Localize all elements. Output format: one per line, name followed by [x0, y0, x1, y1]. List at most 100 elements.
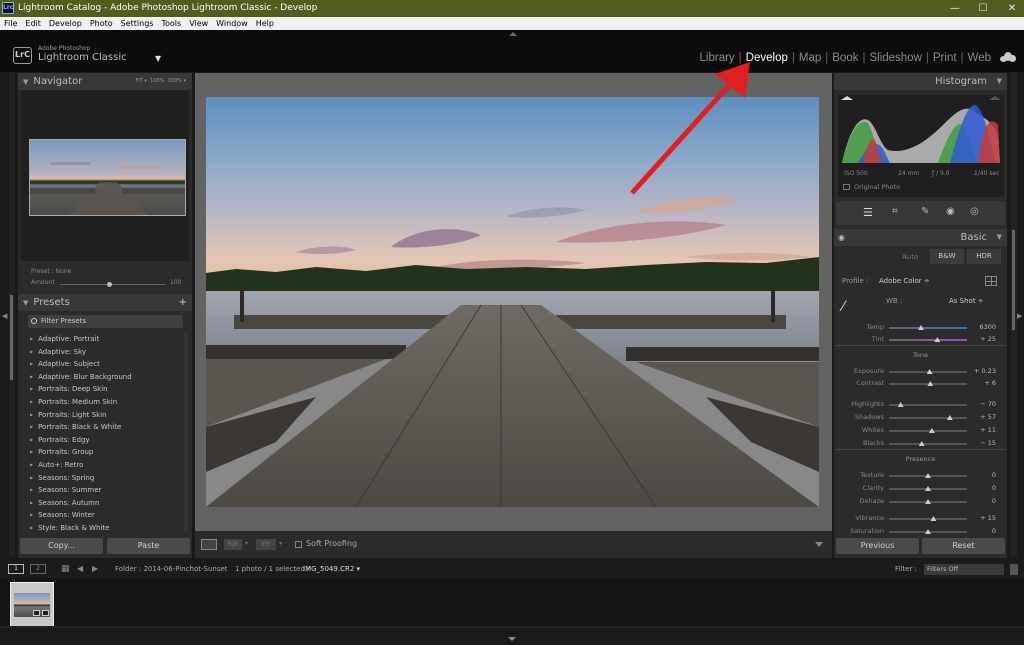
- filter-presets-input[interactable]: Filter Presets: [28, 315, 183, 328]
- amount-slider-knob[interactable]: [107, 282, 112, 287]
- preset-item[interactable]: Adaptive: Sky: [30, 348, 86, 356]
- zoom-300[interactable]: 300% ▾: [168, 78, 186, 84]
- cloud-sync-icon[interactable]: [1000, 52, 1016, 62]
- navigator-thumbnail[interactable]: [29, 139, 186, 216]
- minimize-button[interactable]: —: [940, 0, 970, 17]
- navigator-preview-area[interactable]: [21, 90, 189, 261]
- menu-settings[interactable]: Settings: [117, 17, 158, 30]
- toolbar-menu-icon[interactable]: [815, 542, 823, 547]
- navigator-collapse-icon[interactable]: ▼: [23, 74, 28, 91]
- presets-collapse-icon[interactable]: ▼: [23, 295, 28, 312]
- slider-value-vibrance[interactable]: + 15: [974, 514, 996, 522]
- soft-proofing-checkbox[interactable]: [295, 541, 302, 548]
- basic-collapse-icon[interactable]: ▼: [997, 229, 1002, 246]
- preset-item[interactable]: Portraits: Medium Skin: [30, 398, 117, 406]
- previous-button[interactable]: Previous: [836, 538, 919, 554]
- healing-icon[interactable]: ✎: [921, 206, 929, 217]
- edit-sliders-icon[interactable]: ☰: [863, 206, 873, 219]
- preset-item[interactable]: Adaptive: Blur Background: [30, 373, 132, 381]
- treatment-bw[interactable]: B&W: [930, 249, 964, 264]
- filmstrip-scrollbar[interactable]: [0, 626, 1024, 628]
- slider-value-temp[interactable]: 6300: [974, 323, 996, 331]
- forward-arrow-icon[interactable]: ▶: [92, 560, 98, 578]
- slider-track-whites[interactable]: [889, 430, 967, 432]
- menu-develop[interactable]: Develop: [45, 17, 86, 30]
- zoom-fit[interactable]: FIT ▾: [135, 78, 147, 84]
- menu-edit[interactable]: Edit: [21, 17, 45, 30]
- treatment-auto[interactable]: Auto: [902, 253, 918, 261]
- slider-value-highlights[interactable]: − 70: [974, 400, 996, 408]
- panel-visibility-eye-icon[interactable]: ◉: [838, 229, 845, 246]
- menu-photo[interactable]: Photo: [86, 17, 117, 30]
- zoom-100[interactable]: 100%: [150, 78, 164, 84]
- slider-value-texture[interactable]: 0: [974, 471, 996, 479]
- copy-button[interactable]: Copy...: [20, 538, 103, 554]
- swap-dropdown-icon[interactable]: ▾: [279, 540, 282, 547]
- white-balance-eyedropper-icon[interactable]: ⁄: [842, 299, 860, 317]
- slider-value-shadows[interactable]: + 57: [974, 413, 996, 421]
- original-photo-checkbox[interactable]: [843, 184, 850, 190]
- preset-item[interactable]: Adaptive: Portrait: [30, 335, 99, 343]
- slider-value-saturation[interactable]: 0: [974, 527, 996, 535]
- slider-track-contrast[interactable]: [889, 383, 967, 385]
- profile-dropdown[interactable]: Adobe Color ÷: [879, 277, 930, 285]
- preset-item[interactable]: Seasons: Spring: [30, 474, 94, 482]
- second-window-button[interactable]: 2: [30, 564, 46, 574]
- collapse-left-panel-icon[interactable]: ◀: [2, 312, 7, 320]
- treatment-hdr[interactable]: HDR: [967, 249, 1001, 264]
- back-arrow-icon[interactable]: ◀: [77, 560, 83, 578]
- presets-scrollbar[interactable]: [184, 332, 188, 532]
- preset-item[interactable]: Portraits: Light Skin: [30, 411, 107, 419]
- slider-track-temp[interactable]: [889, 327, 967, 329]
- slider-value-contrast[interactable]: + 6: [974, 379, 996, 387]
- slider-track-vibrance[interactable]: [889, 518, 967, 520]
- preset-item[interactable]: Adaptive: Subject: [30, 360, 100, 368]
- preset-item[interactable]: Portraits: Deep Skin: [30, 385, 108, 393]
- filmstrip-thumbnail[interactable]: [10, 582, 54, 627]
- reset-button[interactable]: Reset: [922, 538, 1005, 554]
- menu-file[interactable]: File: [0, 17, 21, 30]
- preset-item[interactable]: Seasons: Summer: [30, 486, 101, 494]
- collapse-bottom-panel-icon[interactable]: [508, 637, 516, 641]
- slider-track-tint[interactable]: [889, 339, 967, 341]
- slider-value-tint[interactable]: + 25: [974, 335, 996, 343]
- slider-value-exposure[interactable]: + 0.23: [974, 367, 996, 375]
- before-after-dropdown-icon[interactable]: ▾: [245, 540, 248, 547]
- menu-help[interactable]: Help: [252, 17, 278, 30]
- main-window-button[interactable]: 1: [8, 564, 24, 574]
- preset-item[interactable]: Style: Black & White: [30, 524, 109, 532]
- wb-dropdown[interactable]: As Shot ÷: [949, 297, 984, 305]
- preset-item[interactable]: Portraits: Black & White: [30, 423, 121, 431]
- preset-item[interactable]: Seasons: Autumn: [30, 499, 99, 507]
- before-after-lr-button[interactable]: R|R: [224, 539, 242, 550]
- red-eye-icon[interactable]: ◉: [946, 206, 955, 217]
- slider-value-clarity[interactable]: 0: [974, 484, 996, 492]
- slider-track-shadows[interactable]: [889, 417, 967, 419]
- identity-menu-caret-icon[interactable]: ▼: [155, 54, 161, 63]
- histogram-header[interactable]: Histogram ▼: [834, 73, 1007, 90]
- left-scroll-thumb[interactable]: [10, 295, 13, 380]
- filter-dropdown[interactable]: Filters Off: [924, 564, 1004, 575]
- menu-window[interactable]: Window: [212, 17, 252, 30]
- masking-icon[interactable]: ◎: [970, 206, 979, 217]
- menu-tools[interactable]: Tools: [157, 17, 185, 30]
- navigator-header[interactable]: ▼ Navigator FIT ▾ 100% 300% ▾: [18, 73, 192, 90]
- source-folder-label[interactable]: Folder : 2014-06-Pinchot-Sunset: [115, 560, 228, 578]
- loupe-view-icon[interactable]: [201, 539, 217, 550]
- preset-item[interactable]: Auto+: Retro: [30, 461, 83, 469]
- profile-browser-icon[interactable]: [985, 276, 997, 286]
- slider-value-blacks[interactable]: − 15: [974, 439, 996, 447]
- slider-value-dehaze[interactable]: 0: [974, 497, 996, 505]
- menu-view[interactable]: View: [185, 17, 212, 30]
- add-preset-icon[interactable]: +: [179, 294, 187, 311]
- amount-slider[interactable]: [60, 284, 165, 285]
- maximize-button[interactable]: ☐: [968, 0, 998, 17]
- close-button[interactable]: ✕: [997, 0, 1024, 17]
- slider-value-whites[interactable]: + 11: [974, 426, 996, 434]
- histogram-panel[interactable]: ISO 500 24 mm ƒ / 9.0 1/40 sec Original …: [838, 95, 1004, 197]
- preset-item[interactable]: Portraits: Group: [30, 448, 93, 456]
- collapse-top-panel-icon[interactable]: [509, 32, 517, 36]
- crop-icon[interactable]: ⌗: [892, 206, 898, 217]
- filename-dropdown[interactable]: IMG_5049.CR2 ▾: [303, 560, 360, 578]
- basic-header[interactable]: ◉ Basic ▼: [834, 229, 1007, 246]
